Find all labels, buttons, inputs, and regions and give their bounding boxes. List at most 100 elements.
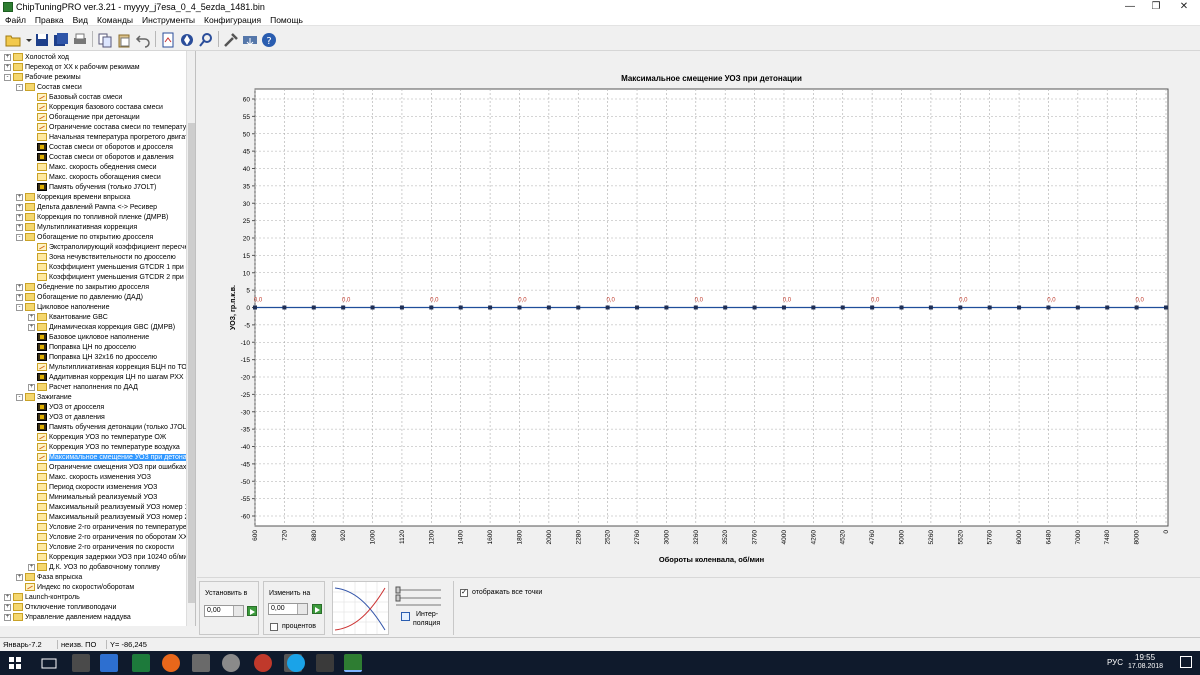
tree-node[interactable]: + Коррекция времени впрыска: [16, 193, 130, 203]
explorer-icon[interactable]: [100, 654, 118, 672]
tree-node[interactable]: + Дельта давлений Рампа <-> Ресивер: [16, 203, 157, 213]
expand-icon[interactable]: +: [16, 213, 23, 221]
tree-node[interactable]: Коррекция базового состава смеси: [28, 103, 163, 113]
calendar-app-icon[interactable]: [72, 654, 90, 672]
menu-tools[interactable]: Инструменты: [138, 14, 199, 26]
menu-edit[interactable]: Правка: [31, 14, 68, 26]
tree-scrollbar[interactable]: [186, 51, 195, 626]
change-value-input[interactable]: 0,00: [268, 603, 308, 615]
save-all-icon[interactable]: [52, 31, 68, 47]
tree-node[interactable]: Состав смеси от оборотов и давления: [28, 153, 174, 163]
tree-node[interactable]: + Расчет наполнения по ДАД: [28, 383, 138, 393]
save-icon[interactable]: [33, 31, 49, 47]
app-icon-8[interactable]: [254, 654, 272, 672]
print-icon[interactable]: [71, 31, 87, 47]
document-icon[interactable]: [159, 31, 175, 48]
navigate-icon[interactable]: [178, 31, 194, 47]
tree-node[interactable]: Поправка ЦН по дросселю: [28, 343, 136, 353]
tree-node[interactable]: + Фаза впрыска: [16, 573, 82, 583]
expand-icon[interactable]: +: [28, 563, 35, 571]
interpolation-icon[interactable]: [401, 612, 410, 621]
tree-scrollbar-thumb[interactable]: [188, 123, 195, 603]
tree-node[interactable]: - Цикловое наполнение: [16, 303, 109, 313]
undo-icon[interactable]: [134, 31, 150, 48]
copy-icon[interactable]: [96, 31, 112, 48]
tree-node[interactable]: Мультипликативная коррекция БЦН по ТОЖ: [28, 363, 193, 373]
tree-node[interactable]: - Обогащение по открытию дросселя: [16, 233, 153, 243]
expand-icon[interactable]: +: [16, 293, 23, 301]
tree-node[interactable]: Ограничение смещения УОЗ при ошибках дд: [28, 463, 195, 473]
maximize-button[interactable]: ❐: [1142, 0, 1170, 14]
clock-date[interactable]: 17.08.2018: [1128, 663, 1163, 670]
tree-node[interactable]: + Динамическая коррекция GBC (ДМРВ): [28, 323, 175, 333]
expand-icon[interactable]: +: [4, 63, 11, 71]
tree-node[interactable]: Коэффициент уменьшения GTCDR 1 при об.: [28, 263, 195, 273]
tree-node[interactable]: + Мультипликативная коррекция: [16, 223, 137, 233]
menu-view[interactable]: Вид: [69, 14, 92, 26]
tree-node[interactable]: Условие 2-го ограничения по оборотам ХХ: [28, 533, 188, 543]
expand-icon[interactable]: +: [16, 193, 23, 201]
tree-node[interactable]: + Обеднение по закрытию дросселя: [16, 283, 149, 293]
menu-configuration[interactable]: Конфигурация: [200, 14, 265, 26]
help-icon[interactable]: ?: [260, 31, 276, 47]
tree-node[interactable]: Максимальный реализуемый УОЗ номер 1: [28, 503, 188, 513]
app-icon-7[interactable]: [222, 654, 240, 672]
language-indicator[interactable]: РУС: [1107, 658, 1123, 667]
tree-node[interactable]: Состав смеси от оборотов и дросселя: [28, 143, 173, 153]
tree-node[interactable]: - Зажигание: [16, 393, 72, 403]
start-icon[interactable]: [6, 654, 24, 672]
spin-arrows-icon[interactable]: [297, 604, 307, 614]
expand-icon[interactable]: +: [16, 573, 23, 581]
tree-node[interactable]: Экстраполирующий коэффициент пересчета: [28, 243, 195, 253]
dropdown-arrow-icon[interactable]: [20, 31, 32, 47]
collapse-icon[interactable]: -: [16, 393, 23, 401]
notifications-icon[interactable]: [1180, 656, 1192, 668]
slider-controls[interactable]: [395, 586, 443, 608]
tree-node[interactable]: УОЗ от дросселя: [28, 403, 104, 413]
tree-node[interactable]: Коррекция задержки УОЗ при 10240 об/мин: [28, 553, 191, 563]
tree-node[interactable]: Максимальный реализуемый УОЗ номер 2: [28, 513, 188, 523]
tree-node[interactable]: Обогащение при детонации: [28, 113, 140, 123]
expand-icon[interactable]: +: [16, 223, 23, 231]
show-all-points-checkbox[interactable]: ✓: [460, 589, 468, 597]
expand-icon[interactable]: +: [4, 613, 11, 621]
clock-time[interactable]: 19:55: [1135, 653, 1155, 662]
tree-node[interactable]: + Launch-контроль: [4, 593, 80, 603]
tree-node[interactable]: + Переход от ХХ к рабочим режимам: [4, 63, 140, 73]
percent-checkbox[interactable]: [270, 623, 278, 631]
tree-node[interactable]: Ограничение состава смеси по температуре: [28, 123, 194, 133]
collapse-icon[interactable]: -: [4, 73, 11, 81]
search-icon[interactable]: [197, 31, 213, 47]
tree-node[interactable]: Макс. скорость изменения УОЗ: [28, 473, 151, 483]
tree-node[interactable]: + Квантование GBC: [28, 313, 108, 323]
parameter-tree[interactable]: + Холостой ход + Переход от ХХ к рабочим ре…: [0, 51, 196, 626]
menu-commands[interactable]: Команды: [93, 14, 137, 26]
tree-node[interactable]: + Д.К. УОЗ по добавочному топливу: [28, 563, 160, 573]
tree-node[interactable]: Коррекция УОЗ по температуре воздуха: [28, 443, 180, 453]
expand-icon[interactable]: +: [16, 283, 23, 291]
collapse-icon[interactable]: -: [16, 303, 23, 311]
taskview-icon[interactable]: [40, 654, 58, 672]
apply-set-button[interactable]: [247, 606, 257, 616]
tree-node[interactable]: Память обучения детонации (только J7OLT): [28, 423, 193, 433]
tree-node[interactable]: Минимальный реализуемый УОЗ: [28, 493, 157, 503]
expand-icon[interactable]: +: [16, 203, 23, 211]
expand-icon[interactable]: +: [4, 53, 11, 61]
excel-icon[interactable]: [132, 654, 150, 672]
expand-icon[interactable]: +: [28, 313, 35, 321]
open-icon[interactable]: [4, 31, 21, 47]
calculator-icon[interactable]: [316, 654, 334, 672]
tree-node[interactable]: Коррекция УОЗ по температуре ОЖ: [28, 433, 166, 443]
tree-node[interactable]: Условие 2-го ограничения по скорости: [28, 543, 174, 553]
apply-change-button[interactable]: [312, 604, 322, 614]
collapse-icon[interactable]: -: [16, 83, 23, 91]
spin-arrows-icon[interactable]: [233, 606, 243, 616]
tree-node[interactable]: - Рабочие режимы: [4, 73, 81, 83]
tree-node[interactable]: + Коррекция по топливной пленке (ДМРВ): [16, 213, 168, 223]
tree-node[interactable]: - Состав смеси: [16, 83, 82, 93]
tree-node[interactable]: + Отключение топливоподачи: [4, 603, 116, 613]
tree-node[interactable]: Память обучения (только J7OLT): [28, 183, 156, 193]
tree-node[interactable]: + Обогащение по давлению (ДАД): [16, 293, 143, 303]
tree-node[interactable]: Поправка ЦН 32х16 по дросселю: [28, 353, 157, 363]
menu-file[interactable]: Файл: [1, 14, 30, 26]
